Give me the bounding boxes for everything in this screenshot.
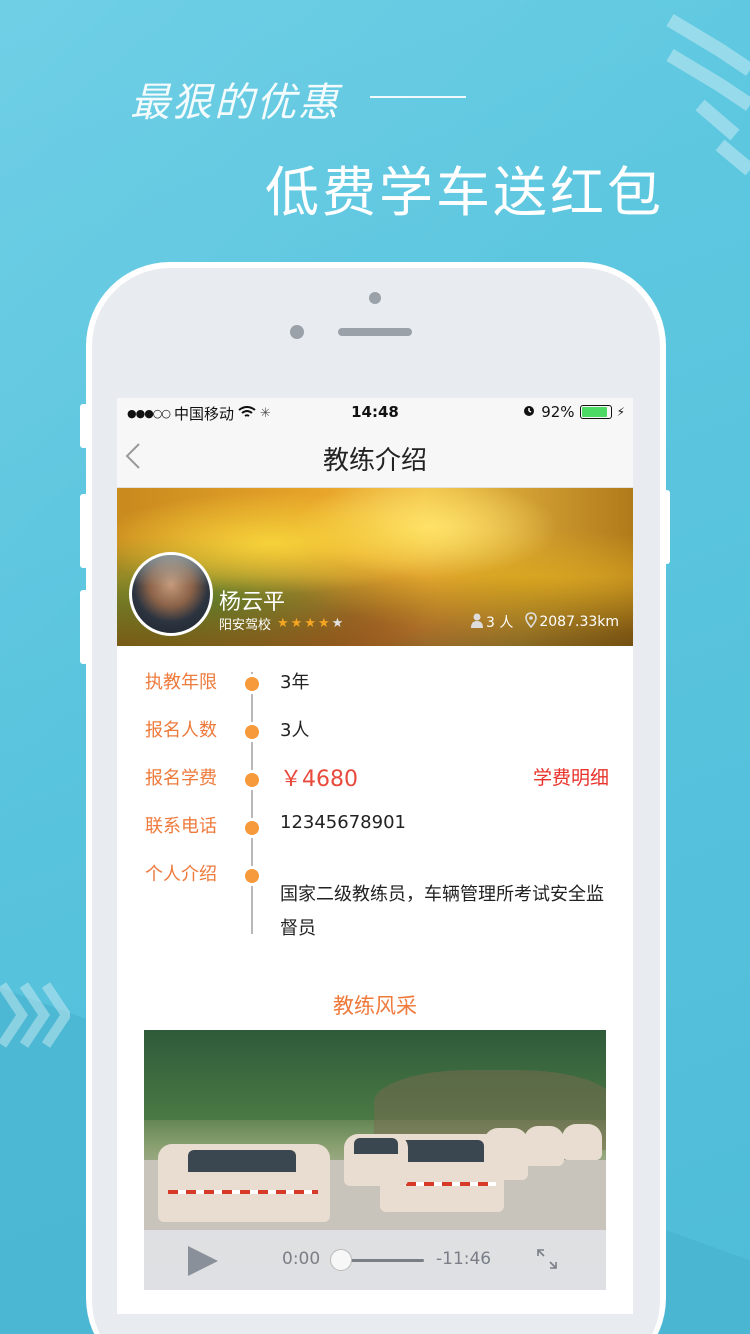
coach-name: 杨云平 [219, 590, 286, 615]
video-current-time: 0:00 [282, 1249, 321, 1269]
front-camera [290, 325, 304, 339]
car [524, 1126, 564, 1166]
star-icon: ★ [290, 616, 303, 631]
battery-percent: 92% [541, 403, 575, 421]
info-row-years: 执教年限 3年 [117, 668, 633, 696]
nav-bar: 教练介绍 [117, 426, 633, 488]
car [562, 1124, 602, 1160]
star-icon: ★ [304, 616, 316, 631]
promo-slogan-1: 最狠的优惠 [130, 80, 340, 126]
charging-icon: ⚡ [616, 405, 625, 419]
row-label: 个人介绍 [145, 864, 217, 885]
rating-stars: ★ ★ ★ ★ ★ [277, 616, 343, 631]
row-value: 3年 [280, 672, 310, 693]
star-icon: ★ [317, 616, 330, 631]
car-stripe [168, 1190, 318, 1194]
earpiece-speaker [338, 328, 412, 336]
student-count-label: 3 人 [486, 615, 514, 631]
alarm-icon [522, 403, 536, 421]
timeline-dot [242, 866, 262, 886]
location-pin-icon [525, 612, 538, 632]
person-icon [470, 613, 484, 632]
student-count: 3 人 [470, 612, 513, 632]
coach-banner: 杨云平 阳安驾校 ★ ★ ★ ★ ★ 3 人 2087.33km [117, 488, 633, 646]
video-scrubber-track[interactable] [340, 1259, 424, 1262]
row-label: 执教年限 [145, 672, 217, 693]
video-scrubber-knob[interactable] [330, 1249, 352, 1271]
coach-video[interactable]: 0:00 -11:46 [144, 1030, 606, 1290]
row-label: 报名学费 [145, 768, 217, 789]
distance: 2087.33km [525, 612, 619, 632]
chevron-decoration-icon [660, 10, 750, 180]
info-row-phone: 联系电话 12345678901 [117, 812, 633, 840]
gallery-title: 教练风采 [333, 994, 417, 1018]
video-remaining-time: -11:46 [436, 1249, 492, 1269]
app-screen: ●●●○○ 中国移动 ✳ 14:48 92% ⚡ 教练介绍 杨云平 阳安驾校 ★… [117, 398, 633, 1314]
star-icon: ★ [277, 616, 289, 631]
star-icon: ★ [331, 616, 344, 631]
timeline-dot [242, 818, 262, 838]
fee-price: ￥4680 [280, 767, 358, 792]
coach-school-row: 阳安驾校 ★ ★ ★ ★ ★ [219, 614, 343, 633]
timeline-dot [242, 674, 262, 694]
proximity-sensor [369, 292, 381, 304]
info-row-fee: 报名学费 ￥4680 学费明细 [117, 764, 633, 792]
phone-number[interactable]: 12345678901 [280, 812, 406, 833]
timeline-dot [242, 722, 262, 742]
fullscreen-icon[interactable] [536, 1248, 558, 1275]
car [158, 1144, 330, 1222]
promo-slogan-2: 低费学车送红包 [265, 161, 664, 224]
row-value: 3人 [280, 720, 310, 741]
video-controls: 0:00 -11:46 [144, 1230, 606, 1290]
row-label: 报名人数 [145, 720, 217, 741]
coach-stats: 3 人 2087.33km [470, 612, 619, 632]
car-window [188, 1150, 296, 1172]
car [344, 1134, 408, 1186]
car-window [354, 1138, 398, 1154]
fee-details-link[interactable]: 学费明细 [533, 763, 609, 790]
play-icon[interactable] [188, 1246, 218, 1276]
car [484, 1128, 528, 1180]
car-window [398, 1140, 484, 1162]
timeline-line [251, 672, 253, 934]
page-title: 教练介绍 [322, 446, 427, 476]
distance-label: 2087.33km [539, 614, 619, 630]
chevron-decoration-icon [0, 975, 70, 1055]
row-label: 联系电话 [145, 816, 217, 837]
info-row-enrolled: 报名人数 3人 [117, 716, 633, 744]
battery-icon [579, 405, 612, 419]
avatar[interactable] [129, 552, 213, 636]
avatar-backdrop [132, 555, 210, 633]
coach-school: 阳安驾校 [219, 618, 272, 633]
intro-text: 国家二级教练员，车辆管理所考试安全监督员 [280, 884, 604, 939]
timeline-dot [242, 770, 262, 790]
status-bar: ●●●○○ 中国移动 ✳ 14:48 92% ⚡ [117, 398, 633, 426]
battery-level [581, 407, 608, 417]
slogan-divider [370, 96, 466, 98]
